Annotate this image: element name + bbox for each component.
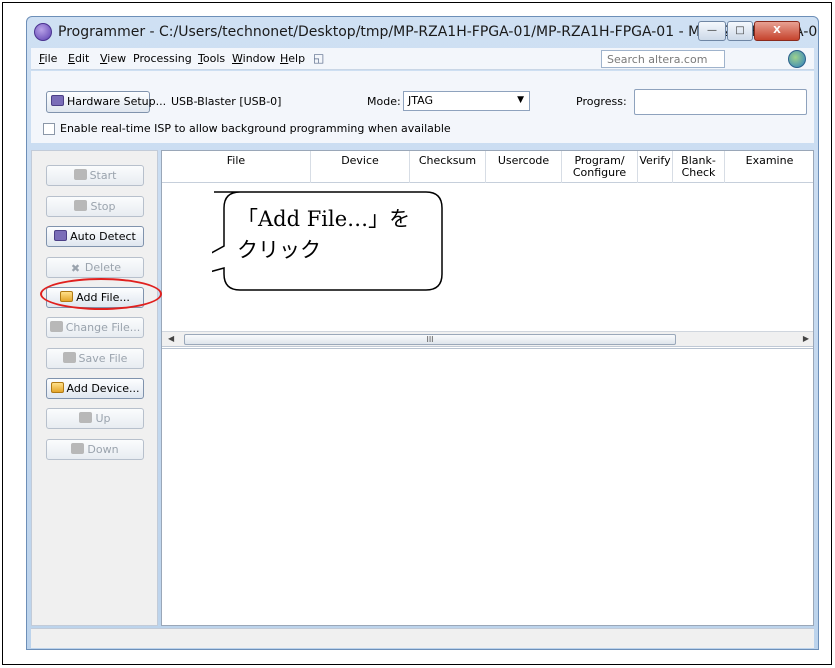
hardware-icon: [51, 95, 64, 106]
menu-window[interactable]: Window: [232, 52, 275, 65]
column-blank-check[interactable]: Blank- Check: [673, 151, 725, 183]
sidebar: Start Stop Auto Detect ✖ Delete Add File.…: [31, 150, 158, 626]
column-usercode[interactable]: Usercode: [486, 151, 562, 183]
delete-icon: ✖: [70, 262, 81, 275]
arrow-up-icon: [79, 412, 93, 423]
progress-label: Progress:: [576, 95, 627, 108]
search-input[interactable]: Search altera.com: [601, 50, 725, 68]
menu-help[interactable]: Help: [280, 52, 305, 65]
isp-checkbox[interactable]: [43, 123, 55, 135]
auto-detect-button[interactable]: Auto Detect: [46, 226, 144, 247]
chain-diagram-pane: [162, 348, 813, 625]
callout-line-1: 「Add File…」を: [237, 207, 411, 231]
stop-button[interactable]: Stop: [46, 196, 144, 217]
minimize-button[interactable]: —: [698, 21, 726, 41]
programmer-toolbar: Hardware Setup... USB-Blaster [USB-0] Mo…: [31, 71, 814, 143]
mode-label: Mode:: [367, 95, 401, 108]
menu-file[interactable]: File: [39, 52, 57, 65]
app-icon: [34, 23, 52, 41]
column-file[interactable]: File: [162, 151, 311, 183]
change-file-button[interactable]: Change File...: [46, 317, 144, 338]
add-device-button[interactable]: Add Device...: [46, 378, 144, 399]
horizontal-scrollbar[interactable]: ◀ III ▶: [162, 331, 813, 347]
menu-tools[interactable]: Tools: [198, 52, 225, 65]
globe-icon[interactable]: [788, 50, 806, 68]
menu-processing[interactable]: Processing: [133, 52, 192, 65]
callout-line-2: クリック: [237, 238, 321, 262]
delete-button[interactable]: ✖ Delete: [46, 257, 144, 278]
progress-bar: [634, 89, 807, 115]
add-device-icon: [50, 382, 64, 393]
save-file-button[interactable]: Save File: [46, 348, 144, 369]
column-checksum[interactable]: Checksum: [410, 151, 486, 183]
start-button[interactable]: Start: [46, 165, 144, 186]
down-button[interactable]: Down: [46, 439, 144, 460]
chevron-down-icon: ▼: [517, 95, 524, 105]
scroll-thumb[interactable]: III: [184, 334, 676, 345]
change-file-icon: [49, 321, 63, 332]
close-button[interactable]: X: [754, 21, 800, 41]
column-verify[interactable]: Verify: [638, 151, 673, 183]
status-bar: [31, 628, 814, 648]
isp-label: Enable real-time ISP to allow background…: [60, 122, 451, 135]
column-device[interactable]: Device: [311, 151, 410, 183]
maximize-button[interactable]: □: [727, 21, 753, 41]
table-header: File Device Checksum Usercode Program/ C…: [162, 151, 813, 183]
hardware-setup-button[interactable]: Hardware Setup...: [46, 91, 166, 113]
arrow-down-icon: [71, 443, 85, 454]
column-examine[interactable]: Examine: [725, 151, 814, 183]
stop-icon: [74, 200, 88, 211]
auto-detect-icon: [54, 230, 68, 241]
add-file-highlight: [40, 278, 162, 310]
programmer-window: Programmer - C:/Users/technonet/Desktop/…: [26, 16, 819, 650]
save-icon: [62, 352, 76, 363]
scroll-right-icon[interactable]: ▶: [803, 334, 809, 343]
menu-view[interactable]: View: [100, 52, 126, 65]
mode-select[interactable]: JTAG ▼: [403, 91, 530, 111]
start-icon: [73, 169, 87, 180]
menu-bar: File Edit View Processing Tools Window H…: [31, 48, 814, 70]
title-bar: Programmer - C:/Users/technonet/Desktop/…: [27, 17, 818, 47]
help-bubble-icon[interactable]: ◱: [313, 51, 324, 65]
up-button[interactable]: Up: [46, 408, 144, 429]
callout-text: 「Add File…」を クリック: [237, 204, 457, 266]
cable-name: USB-Blaster [USB-0]: [171, 95, 282, 108]
column-program-configure[interactable]: Program/ Configure: [562, 151, 638, 183]
menu-edit[interactable]: Edit: [68, 52, 89, 65]
scroll-left-icon[interactable]: ◀: [168, 334, 174, 343]
